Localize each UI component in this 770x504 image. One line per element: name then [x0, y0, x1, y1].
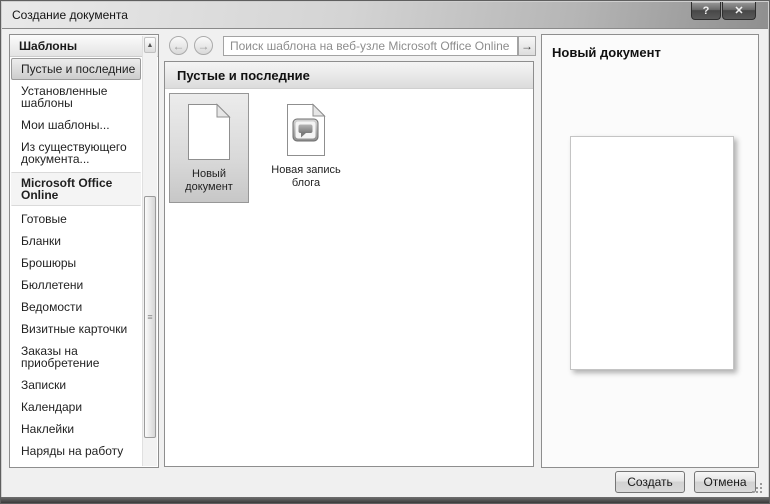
- sidebar-item-label: Визитные карточки: [21, 322, 127, 336]
- sidebar-item-label: Наряды на работу: [21, 444, 123, 458]
- sidebar-item-label: Из существующего документа...: [21, 140, 127, 166]
- back-button[interactable]: ←: [169, 36, 188, 55]
- sidebar-item[interactable]: Наклейки: [11, 418, 141, 440]
- sidebar-item[interactable]: Ведомости: [11, 296, 141, 318]
- cancel-button[interactable]: Отмена: [694, 471, 756, 493]
- document-preview-page: [570, 136, 734, 370]
- search-input[interactable]: [223, 36, 518, 56]
- sidebar-item-label: Мои шаблоны...: [21, 118, 110, 132]
- help-icon: ?: [703, 5, 710, 17]
- sidebar-item-label: Готовые: [21, 212, 67, 226]
- sidebar-item[interactable]: Установленные шаблоны: [11, 80, 141, 114]
- sidebar-item[interactable]: Записки: [11, 374, 141, 396]
- sidebar-item[interactable]: Мои шаблоны...: [11, 114, 141, 136]
- sidebar-item-label: Брошюры: [21, 256, 76, 270]
- sidebar-item[interactable]: Пустые и последние: [11, 58, 141, 80]
- sidebar-item-label: Пустые и последние: [21, 62, 135, 76]
- dialog-title: Создание документа: [12, 8, 128, 22]
- sidebar-item[interactable]: Наряды на работу: [11, 440, 141, 462]
- create-document-dialog: Создание документа ? ✕ Шаблоны Пустые и …: [0, 0, 770, 504]
- back-icon: ←: [173, 39, 185, 53]
- search-row: ← → →: [164, 34, 536, 58]
- sidebar-header: Шаблоны: [10, 35, 158, 57]
- sidebar-item[interactable]: Бюллетени: [11, 274, 141, 296]
- sidebar-item[interactable]: Брошюры: [11, 252, 141, 274]
- resize-grip[interactable]: [751, 482, 764, 495]
- sidebar-item[interactable]: Бланки: [11, 230, 141, 252]
- sidebar-item-label: Календари: [21, 400, 82, 414]
- sidebar-item[interactable]: Заказы на приобретение: [11, 340, 141, 374]
- templates-panel: Пустые и последние Новый документ: [164, 61, 534, 467]
- blog-post-icon: [286, 103, 326, 157]
- sidebar-item-label: Записки: [21, 378, 66, 392]
- sidebar-item-label: Наклейки: [21, 422, 74, 436]
- sidebar-item[interactable]: Визитные карточки: [11, 318, 141, 340]
- sidebar-item-label: Установленные шаблоны: [21, 84, 107, 110]
- template-new-document[interactable]: Новый документ: [169, 93, 249, 203]
- section-title: Пустые и последние: [165, 62, 533, 89]
- sidebar-item-label: Microsoft Office Online: [21, 176, 112, 202]
- window-bottom-frame: [1, 497, 769, 503]
- blank-document-icon: [187, 103, 231, 161]
- scrollbar-thumb[interactable]: ≡: [144, 196, 156, 438]
- template-tiles: Новый документ: [165, 89, 533, 207]
- sidebar-item[interactable]: Объявления: [11, 462, 141, 467]
- close-icon: ✕: [734, 4, 743, 17]
- title-bar[interactable]: Создание документа ? ✕: [2, 2, 768, 29]
- create-button[interactable]: Создать: [615, 471, 685, 493]
- forward-button[interactable]: →: [194, 36, 213, 55]
- scroll-up-icon[interactable]: ▲: [144, 37, 156, 53]
- template-new-blog-post[interactable]: Новая запись блога: [259, 93, 353, 199]
- sidebar-item-label: Объявления: [21, 466, 90, 467]
- sidebar-item-label: Ведомости: [21, 300, 82, 314]
- preview-panel: Новый документ: [541, 34, 759, 468]
- sidebar-item[interactable]: Из существующего документа...: [11, 136, 141, 170]
- sidebar-item-label: Бюллетени: [21, 278, 83, 292]
- sidebar-item[interactable]: Календари: [11, 396, 141, 418]
- template-label: Новая запись блога: [271, 164, 340, 189]
- sidebar-item-label: Бланки: [21, 234, 61, 248]
- template-label: Новый документ: [185, 168, 233, 193]
- templates-sidebar: Шаблоны Пустые и последние Установленные…: [9, 34, 159, 468]
- close-button[interactable]: ✕: [722, 2, 756, 20]
- forward-icon: →: [198, 39, 210, 53]
- sidebar-scrollbar[interactable]: ▲ ≡: [142, 36, 157, 466]
- preview-title: Новый документ: [542, 35, 758, 60]
- help-button[interactable]: ?: [691, 2, 721, 20]
- sidebar-item-list: Пустые и последние Установленные шаблоны…: [10, 58, 142, 467]
- search-go-icon: →: [521, 39, 533, 53]
- search-go-button[interactable]: →: [518, 36, 536, 56]
- sidebar-item[interactable]: Готовые: [11, 208, 141, 230]
- sidebar-item-label: Заказы на приобретение: [21, 344, 99, 370]
- sidebar-item[interactable]: Microsoft Office Online: [11, 172, 141, 206]
